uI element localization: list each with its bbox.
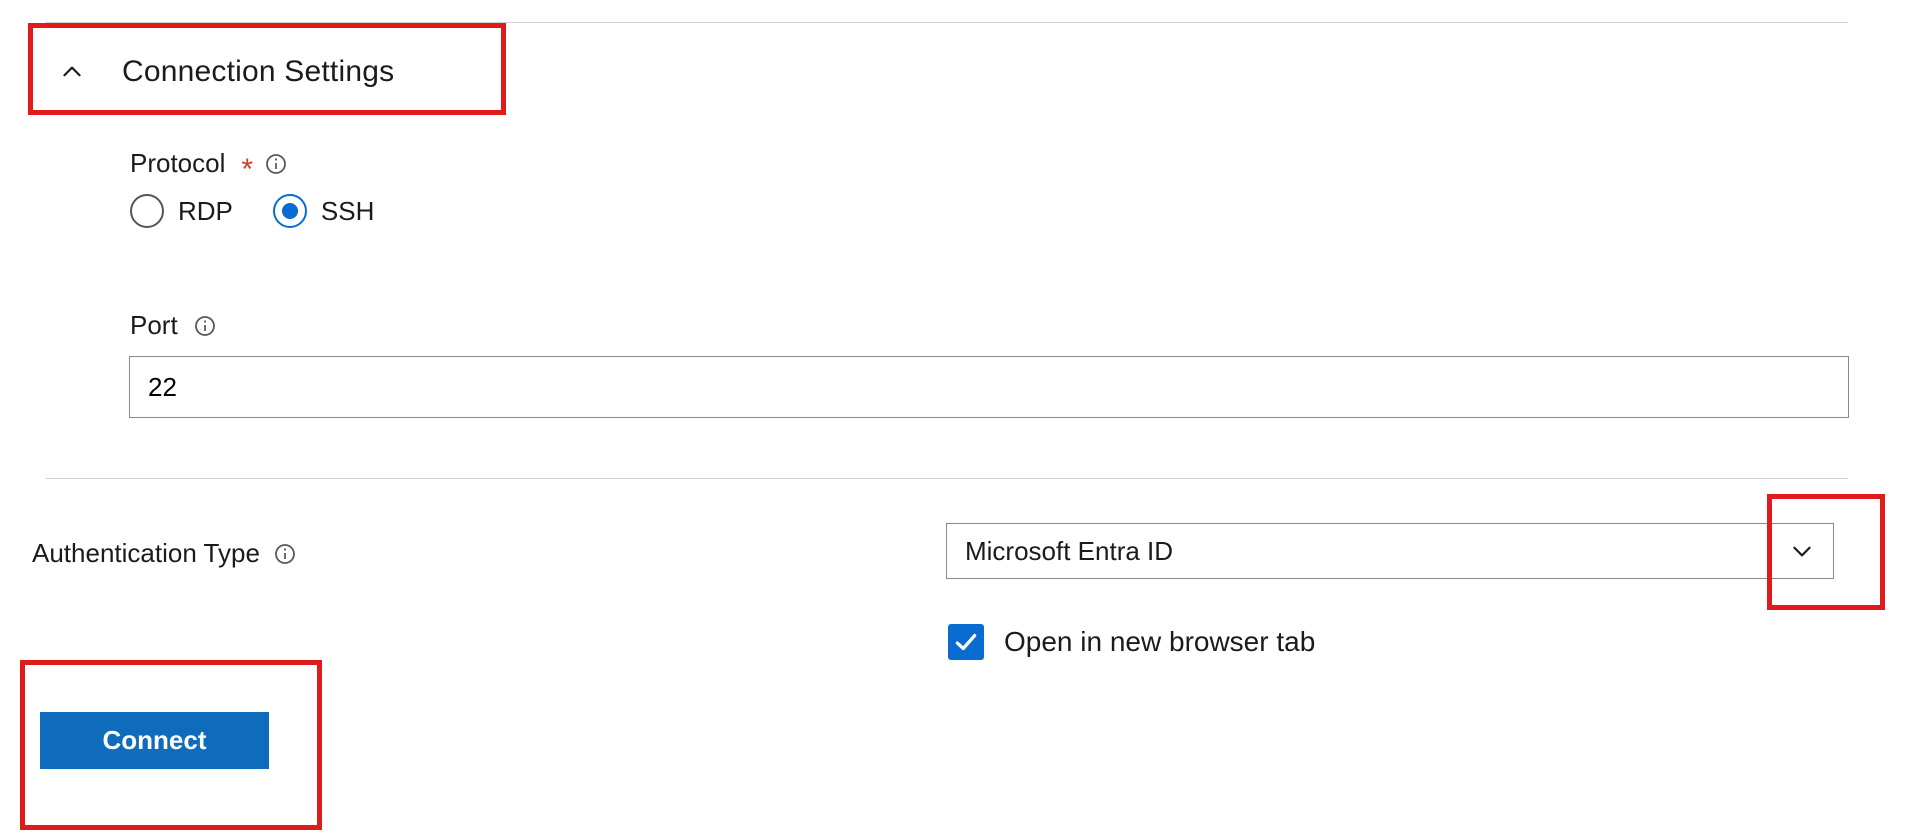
chevron-up-icon [58, 58, 86, 86]
radio-circle-icon [273, 194, 307, 228]
chevron-down-icon [1789, 538, 1815, 564]
open-new-tab-row: Open in new browser tab [948, 624, 1315, 660]
required-asterisk: * [241, 158, 253, 182]
auth-type-select[interactable]: Microsoft Entra ID [946, 523, 1834, 579]
section-title: Connection Settings [122, 55, 394, 89]
protocol-label: Protocol [130, 148, 225, 179]
info-icon[interactable] [272, 541, 298, 567]
port-label: Port [130, 310, 178, 341]
connect-button[interactable]: Connect [40, 712, 269, 769]
section-divider-top [46, 22, 1848, 23]
connection-settings-toggle[interactable]: Connection Settings [58, 55, 394, 89]
radio-circle-icon [130, 194, 164, 228]
port-input[interactable] [129, 356, 1849, 418]
protocol-radio-rdp[interactable]: RDP [130, 194, 233, 228]
info-icon[interactable] [263, 151, 289, 177]
port-label-row: Port [130, 310, 218, 341]
auth-type-label-row: Authentication Type [32, 538, 298, 569]
open-new-tab-checkbox[interactable] [948, 624, 984, 660]
protocol-radio-ssh[interactable]: SSH [273, 194, 374, 228]
info-icon[interactable] [192, 313, 218, 339]
protocol-label-row: Protocol * [130, 148, 289, 179]
protocol-radio-rdp-label: RDP [178, 196, 233, 227]
open-new-tab-label: Open in new browser tab [1004, 626, 1315, 658]
auth-type-label: Authentication Type [32, 538, 260, 569]
protocol-radio-group: RDP SSH [130, 194, 374, 228]
auth-type-selected-value: Microsoft Entra ID [965, 536, 1173, 567]
section-divider-mid [46, 478, 1848, 479]
protocol-radio-ssh-label: SSH [321, 196, 374, 227]
